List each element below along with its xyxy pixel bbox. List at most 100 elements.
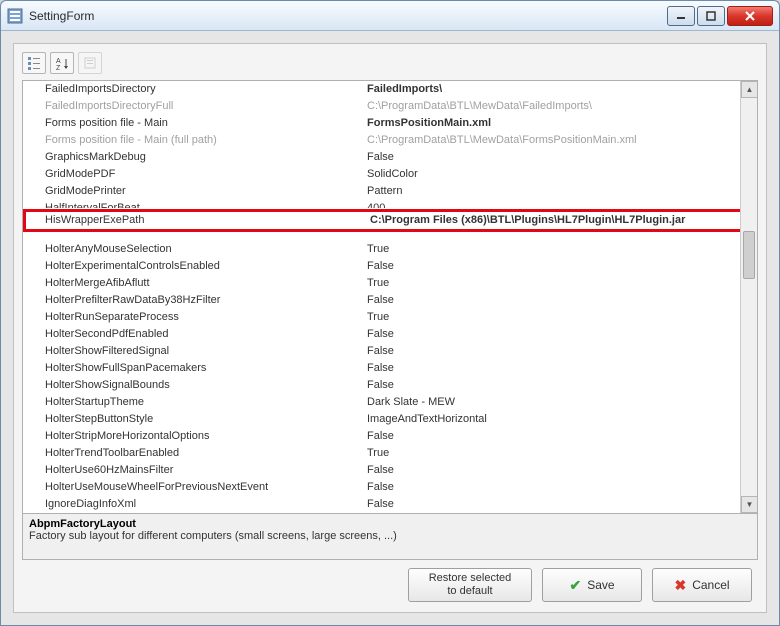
property-row[interactable]: FailedImportsDirectoryFullC:\ProgramData… (23, 98, 757, 115)
property-value[interactable]: False (363, 149, 757, 166)
property-key: HolterMergeAfibAflutt (23, 275, 363, 292)
minimize-button[interactable] (667, 6, 695, 26)
property-value[interactable]: SolidColor (363, 166, 757, 183)
property-value[interactable]: Dark Slate - MEW (363, 394, 757, 411)
property-row[interactable]: HolterExperimentalControlsEnabledFalse (23, 258, 757, 275)
cancel-label: Cancel (692, 578, 729, 592)
property-value[interactable]: True (363, 275, 757, 292)
alphabetical-button[interactable]: A Z (50, 52, 74, 74)
x-icon: ✖ (674, 577, 686, 594)
property-row[interactable]: GridModePDFSolidColor (23, 166, 757, 183)
property-grid-rows[interactable]: FailedImportsDirectoryFailedImports\Fail… (23, 81, 757, 513)
property-row[interactable]: HolterUseMouseWheelForPreviousNextEventF… (23, 479, 757, 496)
property-value[interactable]: C:\ProgramData\BTL\MewData\FormsPosition… (363, 132, 757, 149)
property-row[interactable]: HolterStripMoreHorizontalOptionsFalse (23, 428, 757, 445)
property-key: HolterStripMoreHorizontalOptions (23, 428, 363, 445)
property-row[interactable]: HolterStartupThemeDark Slate - MEW (23, 394, 757, 411)
property-value[interactable]: False (363, 292, 757, 309)
property-value[interactable]: True (363, 445, 757, 462)
property-value[interactable]: True (363, 309, 757, 326)
property-row[interactable]: GridModePrinterPattern (23, 183, 757, 200)
property-key: GraphicsMarkDebug (23, 149, 363, 166)
cancel-button[interactable]: ✖ Cancel (652, 568, 752, 602)
property-value[interactable]: FailedImports\ (363, 81, 757, 98)
property-value[interactable]: C:\Program Files (x86)\BTL\Plugins\HL7Pl… (366, 212, 754, 229)
save-label: Save (587, 578, 614, 592)
scroll-up-button[interactable]: ▲ (741, 81, 757, 98)
property-row[interactable]: IgnoreDiagInfoXmlFalse (23, 496, 757, 513)
scroll-thumb[interactable] (743, 231, 755, 279)
close-button[interactable] (727, 6, 773, 26)
property-row[interactable]: HolterShowFullSpanPacemakersFalse (23, 360, 757, 377)
property-value[interactable]: False (363, 428, 757, 445)
property-key: GridModePrinter (23, 183, 363, 200)
property-row[interactable]: HolterRunSeparateProcessTrue (23, 309, 757, 326)
property-row[interactable]: HolterPrefilterRawDataBy38HzFilterFalse (23, 292, 757, 309)
property-value[interactable]: False (363, 377, 757, 394)
property-key: HisWrapperExePath (26, 212, 366, 229)
property-value[interactable]: False (363, 258, 757, 275)
property-key: FailedImportsDirectoryFull (23, 98, 363, 115)
property-key: IgnoreDiagInfoXml (23, 496, 363, 513)
titlebar[interactable]: SettingForm (1, 1, 779, 31)
property-row[interactable]: GraphicsMarkDebugFalse (23, 149, 757, 166)
property-key: HolterAnyMouseSelection (23, 241, 363, 258)
property-value[interactable]: True (363, 241, 757, 258)
scroll-down-button[interactable]: ▼ (741, 496, 757, 513)
window-title: SettingForm (29, 9, 667, 23)
property-row[interactable]: HolterAllowSortingByTimeFalse (23, 233, 757, 241)
restore-label: Restore selected to default (429, 572, 512, 598)
property-key: HolterShowFullSpanPacemakers (23, 360, 363, 377)
property-row[interactable]: HolterSecondPdfEnabledFalse (23, 326, 757, 343)
property-pages-button (78, 52, 102, 74)
property-row[interactable]: HisWrapperExePathC:\Program Files (x86)\… (23, 209, 757, 232)
property-value[interactable]: FormsPositionMain.xml (363, 115, 757, 132)
property-value[interactable]: C:\ProgramData\BTL\MewData\FailedImports… (363, 98, 757, 115)
property-row[interactable]: HolterUse60HzMainsFilterFalse (23, 462, 757, 479)
property-key: HolterTrendToolbarEnabled (23, 445, 363, 462)
property-value[interactable]: Pattern (363, 183, 757, 200)
app-icon (7, 8, 23, 24)
dialog-buttons: Restore selected to default ✔ Save ✖ Can… (22, 568, 758, 602)
property-value[interactable]: False (363, 462, 757, 479)
vertical-scrollbar[interactable]: ▲ ▼ (740, 81, 757, 513)
property-key: Forms position file - Main (23, 115, 363, 132)
property-row[interactable]: HolterTrendToolbarEnabledTrue (23, 445, 757, 462)
property-row[interactable]: HalfIntervalForBeat400 (23, 200, 757, 208)
property-grid: FailedImportsDirectoryFailedImports\Fail… (22, 80, 758, 560)
save-button[interactable]: ✔ Save (542, 568, 642, 602)
property-key: FailedImportsDirectory (23, 81, 363, 98)
description-title: AbpmFactoryLayout (29, 518, 751, 530)
property-value[interactable]: False (363, 496, 757, 513)
property-value[interactable]: ImageAndTextHorizontal (363, 411, 757, 428)
property-grid-toolbar: A Z (22, 52, 758, 74)
property-row[interactable]: HolterStepButtonStyleImageAndTextHorizon… (23, 411, 757, 428)
property-row[interactable]: HolterShowSignalBoundsFalse (23, 377, 757, 394)
settings-panel: A Z FailedImportsDirectoryFailedImports\… (13, 43, 767, 613)
property-row[interactable]: HolterAnyMouseSelectionTrue (23, 241, 757, 258)
check-icon: ✔ (569, 577, 581, 594)
property-value[interactable]: False (363, 326, 757, 343)
property-key: HolterShowFilteredSignal (23, 343, 363, 360)
property-key: HolterStartupTheme (23, 394, 363, 411)
property-key: HolterUse60HzMainsFilter (23, 462, 363, 479)
property-key: HalfIntervalForBeat (23, 200, 363, 208)
property-value[interactable]: False (363, 343, 757, 360)
property-value[interactable]: False (363, 360, 757, 377)
property-value[interactable]: 400 (363, 200, 757, 208)
categorized-button[interactable] (22, 52, 46, 74)
property-row[interactable]: Forms position file - MainFormsPositionM… (23, 115, 757, 132)
svg-text:Z: Z (56, 65, 61, 70)
maximize-button[interactable] (697, 6, 725, 26)
property-row[interactable]: HolterShowFilteredSignalFalse (23, 343, 757, 360)
property-key: HolterExperimentalControlsEnabled (23, 258, 363, 275)
property-key: GridModePDF (23, 166, 363, 183)
property-value[interactable]: False (363, 479, 757, 496)
property-key: Forms position file - Main (full path) (23, 132, 363, 149)
property-row[interactable]: Forms position file - Main (full path)C:… (23, 132, 757, 149)
property-row[interactable]: FailedImportsDirectoryFailedImports\ (23, 81, 757, 98)
svg-text:A: A (56, 58, 61, 65)
property-key: HolterPrefilterRawDataBy38HzFilter (23, 292, 363, 309)
property-row[interactable]: HolterMergeAfibAfluttTrue (23, 275, 757, 292)
restore-selected-button[interactable]: Restore selected to default (408, 568, 532, 602)
